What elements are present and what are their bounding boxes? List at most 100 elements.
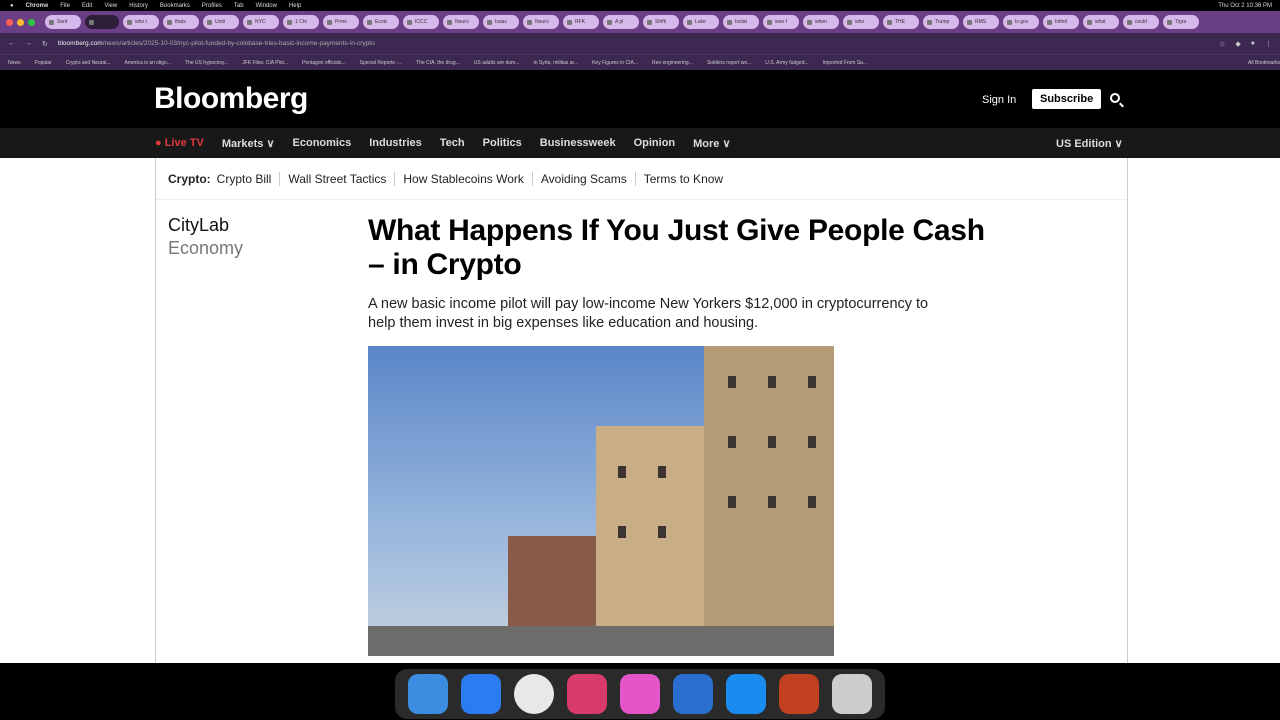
- favicon-icon: [407, 19, 412, 25]
- extensions-icon[interactable]: ◆: [1235, 40, 1240, 48]
- browser-tab[interactable]: thats: [163, 15, 199, 29]
- bookmark-item[interactable]: US adults are dum...: [474, 60, 520, 66]
- menu-chrome[interactable]: Chrome: [26, 3, 49, 9]
- dock-keynote-icon[interactable]: [619, 674, 660, 714]
- bookmark-item[interactable]: Soldiers report wo...: [707, 60, 751, 66]
- nav-economics[interactable]: Economics: [293, 137, 352, 149]
- favicon-icon: [447, 19, 452, 25]
- browser-tab[interactable]: ICCC: [403, 15, 439, 29]
- dock-notes-icon[interactable]: [566, 674, 607, 714]
- nav-markets[interactable]: Markets ∨: [222, 137, 275, 150]
- nav-live-tv[interactable]: ● Live TV: [155, 137, 204, 149]
- browser-tab[interactable]: who t: [123, 15, 159, 29]
- subnav-wall-street[interactable]: Wall Street Tactics: [279, 172, 394, 186]
- search-icon[interactable]: [1110, 93, 1120, 103]
- browser-tab[interactable]: NYC: [243, 15, 279, 29]
- browser-tab[interactable]: Infinit: [1043, 15, 1079, 29]
- nav-businessweek[interactable]: Businessweek: [540, 137, 616, 149]
- bookmark-item[interactable]: The CIA, the drug...: [416, 60, 460, 66]
- back-icon[interactable]: ←: [8, 40, 15, 47]
- browser-tab[interactable]: Isolat: [723, 15, 759, 29]
- bookmark-item[interactable]: News: [8, 60, 21, 66]
- menu-window[interactable]: Window: [256, 3, 277, 9]
- browser-tab[interactable]: Tigra: [1163, 15, 1199, 29]
- browser-tab[interactable]: Neuro: [523, 15, 559, 29]
- browser-tab[interactable]: Luke: [683, 15, 719, 29]
- browser-tab[interactable]: THE: [883, 15, 919, 29]
- menu-profiles[interactable]: Profiles: [202, 3, 222, 9]
- browser-tab[interactable]: Ecotc: [363, 15, 399, 29]
- browser-tab[interactable]: when: [803, 15, 839, 29]
- subscribe-button[interactable]: Subscribe: [1032, 89, 1102, 109]
- browser-tab[interactable]: wee f: [763, 15, 799, 29]
- profile-icon[interactable]: ●: [1251, 40, 1255, 47]
- browser-tab[interactable]: RFK: [563, 15, 599, 29]
- bookmark-item[interactable]: Pentagon officials...: [302, 60, 346, 66]
- dock-finder-icon[interactable]: [407, 674, 448, 714]
- browser-tab[interactable]: Trump: [923, 15, 959, 29]
- menu-edit[interactable]: Edit: [82, 3, 92, 9]
- bloomberg-logo[interactable]: Bloomberg: [154, 82, 308, 116]
- browser-tab[interactable]: Prmo: [323, 15, 359, 29]
- dock-quicktime-icon[interactable]: [673, 674, 714, 714]
- edition-selector[interactable]: US Edition ∨: [1056, 137, 1123, 150]
- subnav-stablecoins[interactable]: How Stablecoins Work: [394, 172, 532, 186]
- dock-chrome-icon[interactable]: [513, 674, 554, 714]
- bookmark-item[interactable]: JFK Files: CIA Plot...: [242, 60, 288, 66]
- browser-tab[interactable]: Shifti: [643, 15, 679, 29]
- menu-icon[interactable]: ⋮: [1265, 40, 1272, 48]
- browser-tab[interactable]: Isaac: [483, 15, 519, 29]
- bookmark-item[interactable]: Popular: [35, 60, 52, 66]
- menu-bookmarks[interactable]: Bookmarks: [160, 3, 190, 9]
- forward-icon[interactable]: →: [25, 40, 32, 47]
- apple-icon[interactable]: ●: [10, 3, 14, 9]
- menu-file[interactable]: File: [60, 3, 70, 9]
- bookmark-item[interactable]: Special Reports -...: [360, 60, 403, 66]
- url-input[interactable]: bloomberg.com/news/articles/2025-10-03/n…: [58, 40, 1209, 47]
- menu-view[interactable]: View: [104, 3, 117, 9]
- bookmark-item[interactable]: Key Figures in CIA...: [592, 60, 638, 66]
- bookmark-item[interactable]: Imported From Sa...: [823, 60, 867, 66]
- dock-trash-icon[interactable]: [832, 674, 873, 714]
- menu-history[interactable]: History: [129, 3, 148, 9]
- browser-tab[interactable]: Uniti: [203, 15, 239, 29]
- dock-app-store-icon[interactable]: [726, 674, 767, 714]
- nav-tech[interactable]: Tech: [440, 137, 465, 149]
- section-economy[interactable]: Economy: [168, 237, 243, 260]
- browser-tab[interactable]: what: [1083, 15, 1119, 29]
- browser-tab[interactable]: 1 Chr: [283, 15, 319, 29]
- browser-tab[interactable]: A pl: [603, 15, 639, 29]
- browser-tab[interactable]: Neuro: [443, 15, 479, 29]
- subnav-crypto-bill[interactable]: Crypto Bill: [217, 172, 280, 186]
- section-citylab[interactable]: CityLab: [168, 214, 243, 237]
- dock-safari-icon[interactable]: [460, 674, 501, 714]
- bookmark-item[interactable]: Crypto and Neural...: [66, 60, 111, 66]
- bookmark-item[interactable]: In Syria, militias ar...: [533, 60, 578, 66]
- subnav-terms[interactable]: Terms to Know: [634, 172, 731, 186]
- browser-tab[interactable]: [85, 15, 119, 29]
- nav-industries[interactable]: Industries: [369, 137, 422, 149]
- clock[interactable]: Thu Oct 2 10:36 PM: [1218, 3, 1272, 9]
- browser-tab[interactable]: could: [1123, 15, 1159, 29]
- nav-more[interactable]: More ∨: [693, 137, 730, 150]
- browser-tab[interactable]: Sent: [45, 15, 81, 29]
- bookmark-item[interactable]: Reo engineering...: [652, 60, 693, 66]
- browser-tab[interactable]: Is gov: [1003, 15, 1039, 29]
- bookmark-star-icon[interactable]: ☆: [1219, 40, 1225, 48]
- browser-tab[interactable]: RMS: [963, 15, 999, 29]
- tab-title: who t: [135, 19, 147, 25]
- dock-preview-icon[interactable]: [779, 674, 820, 714]
- bookmark-item[interactable]: The US hypocrisy...: [185, 60, 228, 66]
- bookmark-item[interactable]: U.S. Army fudged...: [765, 60, 808, 66]
- bookmark-item[interactable]: All Bookmarks: [1248, 60, 1280, 66]
- reload-icon[interactable]: ↻: [42, 40, 48, 48]
- browser-tab[interactable]: who: [843, 15, 879, 29]
- bookmark-item[interactable]: America is an oligo...: [125, 60, 171, 66]
- menu-tab[interactable]: Tab: [234, 3, 244, 9]
- menu-help[interactable]: Help: [289, 3, 301, 9]
- sign-in-link[interactable]: Sign In: [982, 94, 1016, 106]
- window-controls[interactable]: [6, 18, 35, 26]
- nav-politics[interactable]: Politics: [483, 137, 522, 149]
- nav-opinion[interactable]: Opinion: [634, 137, 676, 149]
- subnav-scams[interactable]: Avoiding Scams: [531, 172, 635, 186]
